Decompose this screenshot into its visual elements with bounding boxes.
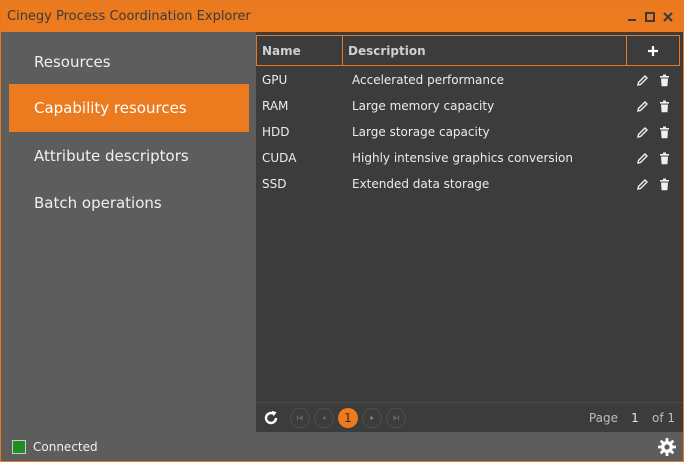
page-count: of 1 [651,410,675,425]
cell-description: Large storage capacity [352,125,490,139]
connection-status-indicator [12,439,26,454]
delete-button[interactable] [657,99,671,113]
cell-description: Large memory capacity [352,99,495,113]
window-controls [623,8,683,26]
pencil-icon [636,100,648,112]
next-page-button[interactable] [362,407,382,428]
pencil-icon [636,178,648,190]
cell-name: CUDA [262,151,297,165]
cell-name: GPU [262,73,288,87]
table-row[interactable]: CUDA Highly intensive graphics conversio… [256,145,680,171]
row-actions [626,73,680,87]
edit-button[interactable] [635,151,649,165]
pencil-icon [636,152,648,164]
maximize-icon [645,11,655,22]
cell-description: Highly intensive graphics conversion [352,151,573,165]
chevron-right-icon [370,415,374,420]
cell-name: HDD [262,125,290,139]
last-page-icon [393,415,399,420]
cell-description: Extended data storage [352,177,490,191]
settings-button[interactable] [655,435,679,459]
page-number-button[interactable]: 1 [338,407,358,428]
page-label: Page [588,410,618,425]
row-actions [626,125,680,139]
cell-name: RAM [262,99,289,113]
trash-icon [659,178,669,190]
column-header-description[interactable]: Description [343,36,627,65]
edit-button[interactable] [635,125,649,139]
delete-button[interactable] [657,125,671,139]
pencil-icon [636,74,648,86]
minimize-icon [628,18,636,21]
row-actions [626,99,680,113]
sidebar-item-resources[interactable]: Resources [9,38,249,86]
previous-page-button[interactable] [314,407,334,428]
edit-button[interactable] [635,73,649,87]
row-actions [626,177,680,191]
delete-button[interactable] [657,73,671,87]
row-actions [626,151,680,165]
first-page-button[interactable] [290,407,310,428]
edit-button[interactable] [635,99,649,113]
delete-button[interactable] [657,151,671,165]
cell-description: Accelerated performance [352,73,504,87]
table-row[interactable]: HDD Large storage capacity [256,119,680,145]
close-button[interactable] [659,8,677,26]
column-header-name[interactable]: Name [257,36,343,65]
chevron-left-icon [322,415,326,420]
title-bar: Cinegy Process Coordination Explorer [1,1,683,32]
table-row[interactable]: SSD Extended data storage [256,171,680,197]
grid-header: Name Description [256,35,680,66]
table-row[interactable]: RAM Large memory capacity [256,93,680,119]
close-icon [663,11,673,22]
minimize-button[interactable] [623,8,641,26]
page-input[interactable]: 1 [624,411,646,425]
plus-icon [648,45,658,56]
cell-name: SSD [262,177,287,191]
trash-icon [659,74,669,86]
delete-button[interactable] [657,177,671,191]
maximize-button[interactable] [641,8,659,26]
status-bar: Connected [1,432,683,461]
window-title: Cinegy Process Coordination Explorer [7,9,251,24]
trash-icon [659,152,669,164]
gear-icon [658,437,676,456]
capability-grid: Name Description GPU Accelerated perform… [256,32,683,432]
add-button[interactable] [627,36,679,65]
refresh-button[interactable] [256,403,286,433]
sidebar-item-capability-resources[interactable]: Capability resources [9,84,249,132]
last-page-button[interactable] [386,407,406,428]
trash-icon [659,100,669,112]
table-row[interactable]: GPU Accelerated performance [256,67,680,93]
sidebar: Resources Capability resources Attribute… [1,32,256,432]
sidebar-item-batch-operations[interactable]: Batch operations [9,179,249,227]
refresh-icon [264,410,278,424]
connection-status-text: Connected [33,439,98,454]
app-window: Cinegy Process Coordination Explorer Res… [0,0,684,462]
pencil-icon [636,126,648,138]
grid-rows: GPU Accelerated performance RAM Large me… [256,67,680,197]
pager: 1 Page 1 of 1 [256,402,683,432]
sidebar-item-attribute-descriptors[interactable]: Attribute descriptors [9,132,249,180]
trash-icon [659,126,669,138]
page-info: Page 1 of 1 [589,411,683,425]
edit-button[interactable] [635,177,649,191]
first-page-icon [297,415,303,420]
